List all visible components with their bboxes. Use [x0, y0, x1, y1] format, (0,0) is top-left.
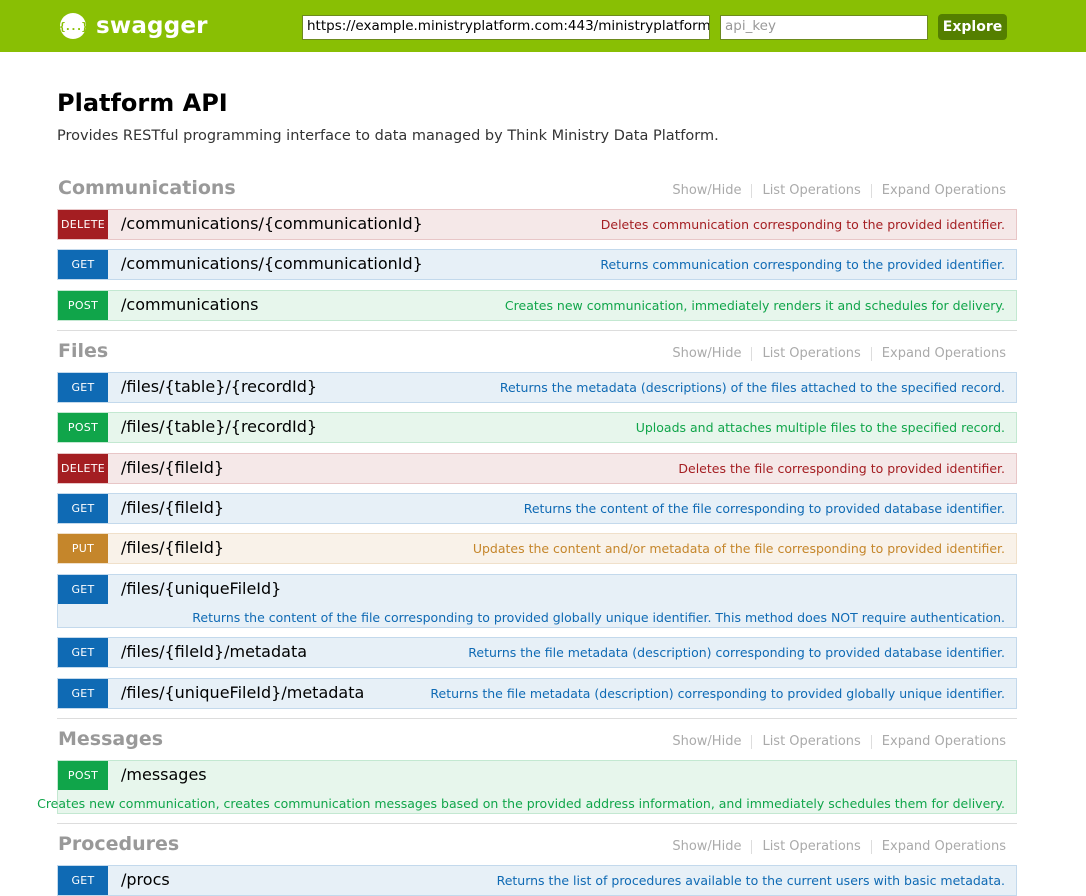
list-operations-link[interactable]: List Operations — [762, 183, 860, 198]
spec-url-input[interactable]: https://example.ministryplatform.com:443… — [302, 15, 710, 40]
operation-summary[interactable]: Deletes the file corresponding to provid… — [678, 461, 1005, 476]
operation-row[interactable]: DELETE /communications/{communicationId}… — [57, 209, 1017, 240]
operation-path[interactable]: /files/{fileId}/metadata — [121, 642, 307, 661]
resource-header-procedures: Procedures Show/Hide List Operations Exp… — [57, 833, 1017, 859]
resource-name[interactable]: Messages — [58, 728, 163, 750]
resource-name[interactable]: Files — [58, 340, 108, 362]
resource-divider — [57, 823, 1017, 824]
expand-operations-link[interactable]: Expand Operations — [882, 839, 1006, 854]
show-hide-link[interactable]: Show/Hide — [672, 734, 741, 749]
operation-summary[interactable]: Creates new communication, immediately r… — [505, 298, 1005, 313]
method-badge[interactable]: POST — [58, 761, 108, 790]
method-badge[interactable]: DELETE — [58, 454, 108, 483]
method-badge[interactable]: GET — [58, 638, 108, 667]
operation-path[interactable]: /files/{fileId} — [121, 538, 224, 557]
method-badge[interactable]: GET — [58, 250, 108, 279]
operation-summary[interactable]: Returns the content of the file correspo… — [524, 501, 1005, 516]
method-badge[interactable]: DELETE — [58, 210, 108, 239]
resource-divider — [57, 330, 1017, 331]
expand-operations-link[interactable]: Expand Operations — [882, 183, 1006, 198]
operation-path[interactable]: /communications/{communicationId} — [121, 254, 423, 273]
resource-name[interactable]: Procedures — [58, 833, 179, 855]
resource-divider — [57, 718, 1017, 719]
method-badge[interactable]: GET — [58, 679, 108, 708]
method-badge[interactable]: GET — [58, 575, 108, 604]
operation-summary[interactable]: Returns the content of the file correspo… — [192, 610, 1005, 625]
list-operations-link[interactable]: List Operations — [762, 346, 860, 361]
resource-links: Show/Hide List Operations Expand Operati… — [672, 839, 1006, 854]
operation-summary[interactable]: Returns the list of procedures available… — [497, 873, 1005, 888]
operation-row[interactable]: POST /messages Creates new communication… — [37, 760, 1017, 814]
operation-row[interactable]: POST /communications Creates new communi… — [57, 290, 1017, 321]
list-operations-link[interactable]: List Operations — [762, 734, 860, 749]
operation-path[interactable]: /communications/{communicationId} — [121, 214, 423, 233]
list-operations-link[interactable]: List Operations — [762, 839, 860, 854]
resource-header-messages: Messages Show/Hide List Operations Expan… — [57, 728, 1017, 754]
api-description: Provides RESTful programming interface t… — [57, 128, 719, 144]
operation-row[interactable]: GET /files/{fileId}/metadata Returns the… — [57, 637, 1017, 668]
operation-row[interactable]: DELETE /files/{fileId} Deletes the file … — [57, 453, 1017, 484]
operation-row[interactable]: GET /files/{fileId} Returns the content … — [57, 493, 1017, 524]
operation-summary[interactable]: Returns the file metadata (description) … — [468, 645, 1005, 660]
method-badge[interactable]: GET — [58, 373, 108, 402]
resource-links: Show/Hide List Operations Expand Operati… — [672, 183, 1006, 198]
operation-path[interactable]: /files/{uniqueFileId}/metadata — [121, 683, 364, 702]
api-key-input[interactable]: api_key — [720, 15, 928, 40]
operation-summary[interactable]: Returns the file metadata (description) … — [430, 686, 1005, 701]
operation-path[interactable]: /files/{uniqueFileId} — [121, 579, 281, 598]
resource-header-communications: Communications Show/Hide List Operations… — [57, 177, 1017, 203]
operation-path[interactable]: /files/{fileId} — [121, 458, 224, 477]
resource-links: Show/Hide List Operations Expand Operati… — [672, 734, 1006, 749]
resource-name[interactable]: Communications — [58, 177, 236, 199]
operation-row[interactable]: PUT /files/{fileId} Updates the content … — [57, 533, 1017, 564]
operation-summary[interactable]: Returns communication corresponding to t… — [600, 257, 1005, 272]
operation-row[interactable]: GET /communications/{communicationId} Re… — [57, 249, 1017, 280]
operation-row[interactable]: POST /files/{table}/{recordId} Uploads a… — [57, 412, 1017, 443]
explore-button[interactable]: Explore — [938, 14, 1007, 40]
resource-links: Show/Hide List Operations Expand Operati… — [672, 346, 1006, 361]
swagger-logo-icon: {...} — [59, 13, 88, 39]
operation-path[interactable]: /messages — [121, 765, 207, 784]
api-title: Platform API — [57, 89, 228, 117]
show-hide-link[interactable]: Show/Hide — [672, 346, 741, 361]
method-badge[interactable]: GET — [58, 866, 108, 895]
operation-path[interactable]: /procs — [121, 870, 170, 889]
operation-summary[interactable]: Creates new communication, creates commu… — [37, 796, 1005, 811]
method-badge[interactable]: POST — [58, 413, 108, 442]
operation-row[interactable]: GET /files/{uniqueFileId}/metadata Retur… — [57, 678, 1017, 709]
operation-summary[interactable]: Deletes communication corresponding to t… — [601, 217, 1005, 232]
operation-summary[interactable]: Updates the content and/or metadata of t… — [473, 541, 1005, 556]
method-badge[interactable]: GET — [58, 494, 108, 523]
operation-row[interactable]: GET /files/{uniqueFileId} Returns the co… — [57, 574, 1017, 628]
show-hide-link[interactable]: Show/Hide — [672, 183, 741, 198]
operation-summary[interactable]: Returns the metadata (descriptions) of t… — [500, 380, 1005, 395]
operation-summary[interactable]: Uploads and attaches multiple files to t… — [636, 420, 1005, 435]
method-badge[interactable]: PUT — [58, 534, 108, 563]
swagger-logo[interactable]: {...} swagger — [59, 13, 208, 39]
operation-path[interactable]: /files/{table}/{recordId} — [121, 417, 317, 436]
expand-operations-link[interactable]: Expand Operations — [882, 734, 1006, 749]
expand-operations-link[interactable]: Expand Operations — [882, 346, 1006, 361]
top-bar: {...} swagger https://example.ministrypl… — [0, 0, 1086, 52]
show-hide-link[interactable]: Show/Hide — [672, 839, 741, 854]
resource-header-files: Files Show/Hide List Operations Expand O… — [57, 340, 1017, 366]
operation-path[interactable]: /communications — [121, 295, 258, 314]
operation-path[interactable]: /files/{fileId} — [121, 498, 224, 517]
method-badge[interactable]: POST — [58, 291, 108, 320]
operation-row[interactable]: GET /files/{table}/{recordId} Returns th… — [57, 372, 1017, 403]
logo-text: swagger — [96, 13, 208, 39]
operation-path[interactable]: /files/{table}/{recordId} — [121, 377, 317, 396]
operation-row[interactable]: GET /procs Returns the list of procedure… — [57, 865, 1017, 896]
